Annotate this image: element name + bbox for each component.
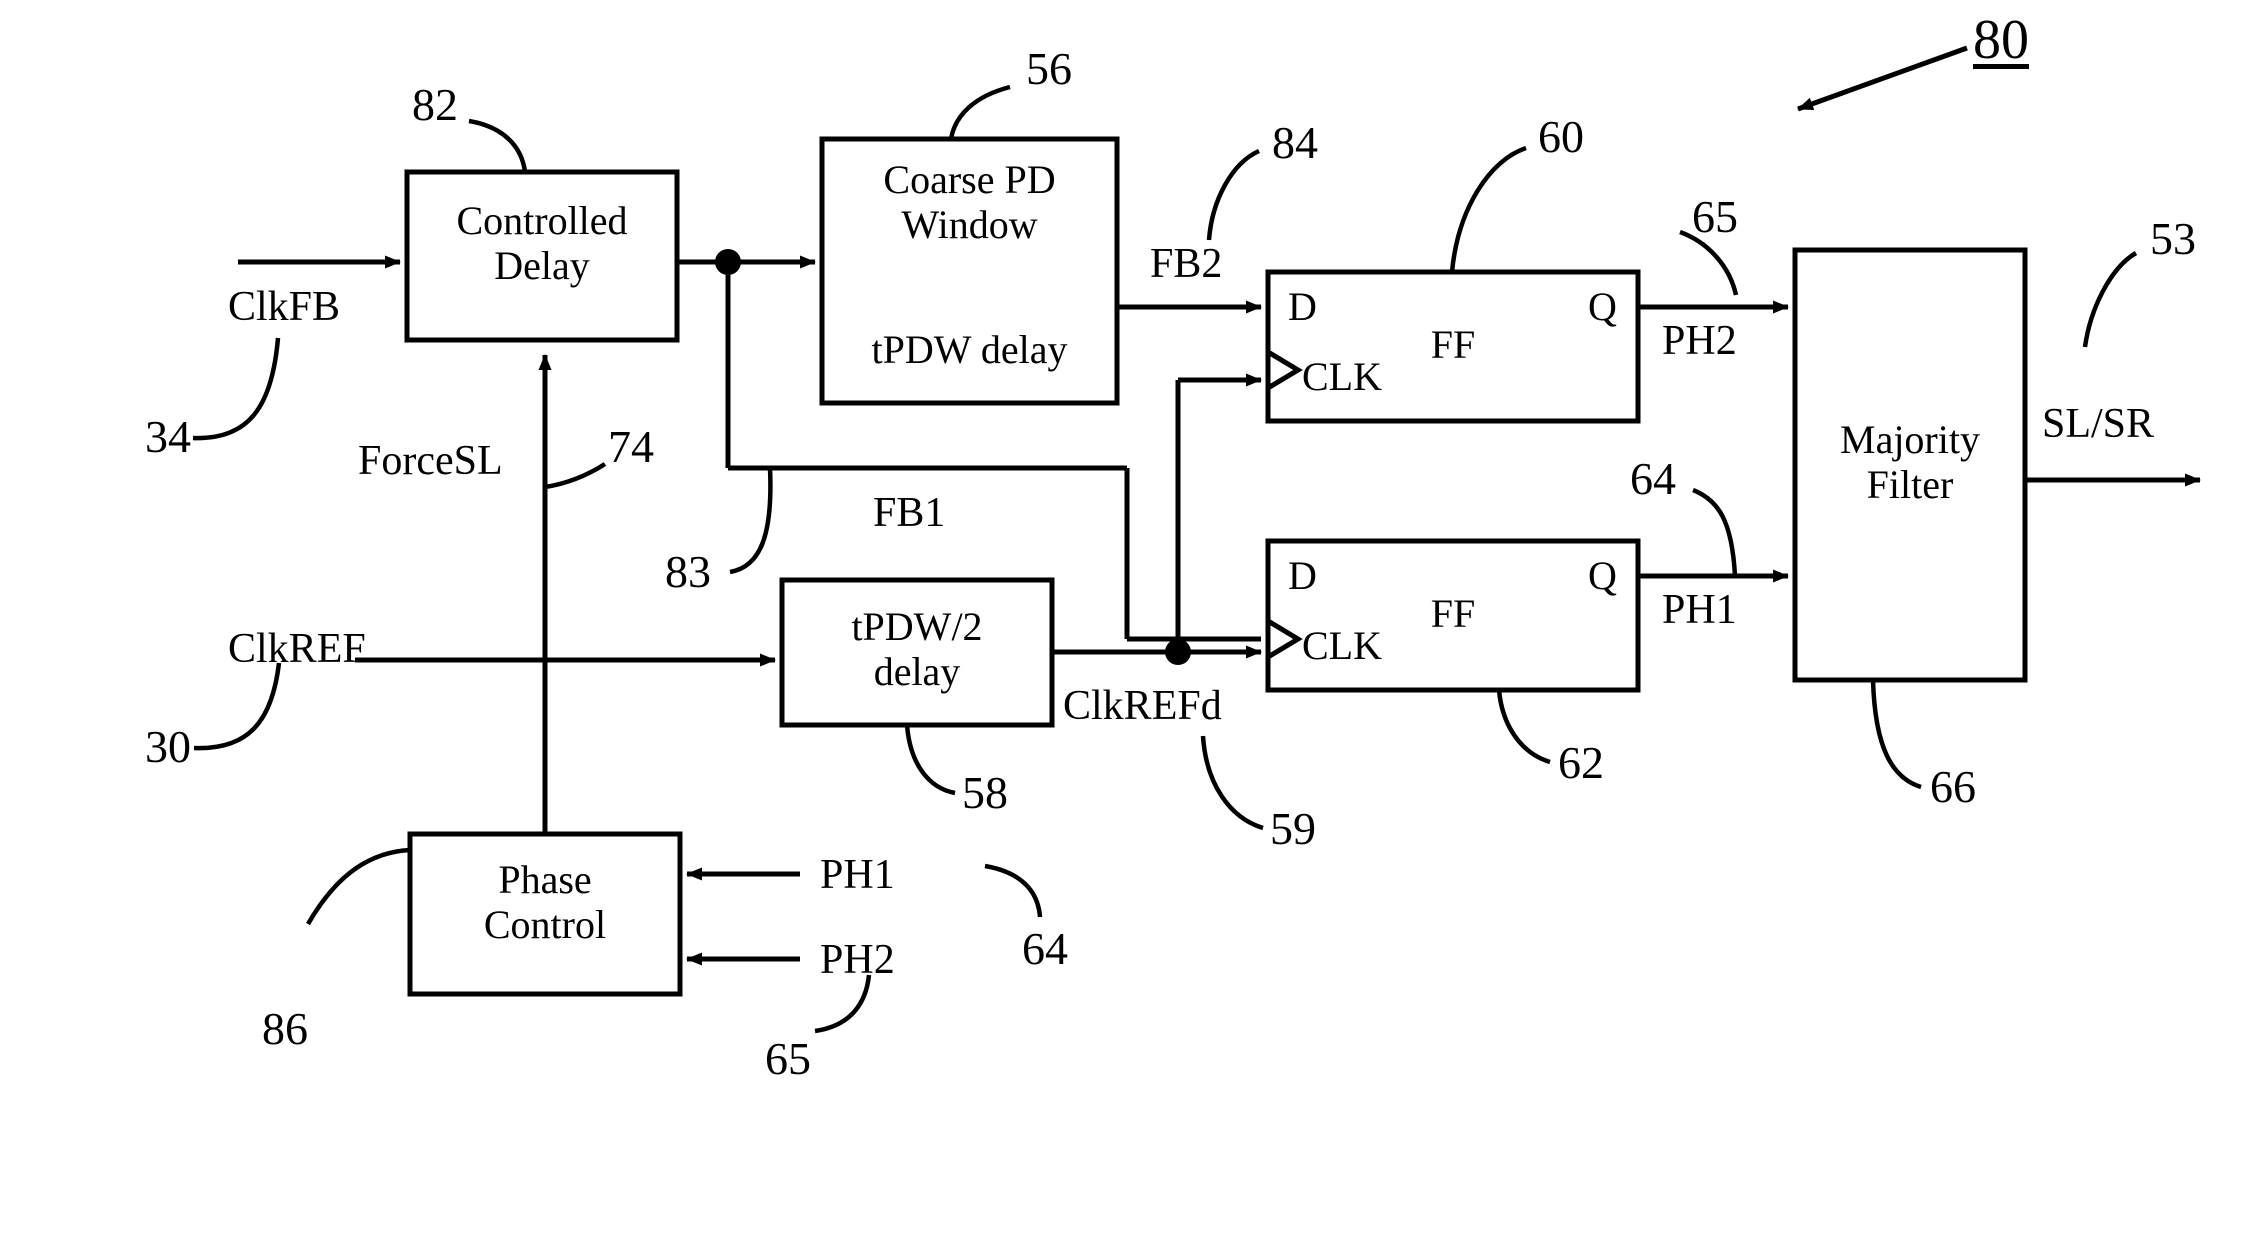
leader-84 <box>1206 148 1260 241</box>
signal-label-clkfb: ClkFB <box>228 284 341 330</box>
ff-top-pin-d: D <box>1288 284 1317 329</box>
ff-bottom-pin-clk: CLK <box>1302 623 1382 668</box>
signal-label-ph1-in: PH1 <box>820 852 895 898</box>
ff-bottom-pin-q: Q <box>1588 553 1617 598</box>
ff-bottom-pin-d: D <box>1288 553 1317 598</box>
ref-number-62: 62 <box>1558 737 1604 788</box>
leader-58 <box>904 724 956 796</box>
ref-number-53: 53 <box>2150 213 2196 264</box>
majority-filter-box <box>1792 247 2028 683</box>
signal-label-ph2-in: PH2 <box>820 937 895 983</box>
coarse-pd-window-box <box>819 136 1120 406</box>
ref-number-74: 74 <box>608 421 654 472</box>
patent-figure-80: Controlled Delay Coarse PD Window tPDW d… <box>0 0 2263 1237</box>
controlled-delay-box <box>404 169 680 343</box>
ref-number-86: 86 <box>262 1003 308 1054</box>
ref-number-83: 83 <box>665 546 711 597</box>
ff-bottom-clk-triangle <box>1266 618 1303 660</box>
leader-66 <box>1870 679 1922 790</box>
junction-dot-clkrefd <box>1165 639 1191 665</box>
signal-label-slsr: SL/SR <box>2042 401 2155 447</box>
leader-64-ffb <box>1692 487 1738 577</box>
ref-number-56: 56 <box>1026 43 1072 94</box>
signal-label-clkref: ClkREF <box>228 626 366 672</box>
ref-number-30: 30 <box>145 721 191 772</box>
signal-label-forcesl: ForceSL <box>358 438 503 484</box>
ref-number-82: 82 <box>412 79 458 130</box>
figure-reference-number: 80 <box>1973 9 2029 71</box>
leader-53 <box>2082 251 2138 348</box>
ref-number-59: 59 <box>1270 803 1316 854</box>
signal-label-ph1-out: PH1 <box>1662 587 1737 633</box>
leader-64-pc <box>984 863 1043 918</box>
leader-56 <box>948 84 1011 140</box>
diagram-canvas <box>192 45 2201 1034</box>
ff-top-pin-clk: CLK <box>1302 354 1382 399</box>
leader-74 <box>544 462 607 490</box>
ref-number-34: 34 <box>145 411 191 462</box>
signal-label-fb2: FB2 <box>1150 241 1223 287</box>
signal-label-ph2-out: PH2 <box>1662 318 1737 364</box>
ref-number-64-phase-control: 64 <box>1022 923 1068 974</box>
leader-60 <box>1449 145 1527 273</box>
ff-top-pin-q: Q <box>1588 284 1617 329</box>
leader-59 <box>1200 735 1264 831</box>
leader-62 <box>1496 689 1551 765</box>
leader-86 <box>306 847 411 926</box>
tpdw2-delay-box <box>779 577 1055 728</box>
signal-label-fb1: FB1 <box>873 490 946 536</box>
ref-number-60: 60 <box>1538 111 1584 162</box>
leader-83 <box>729 467 773 575</box>
phase-control-box <box>407 831 683 997</box>
ff-top-clk-triangle <box>1266 349 1303 391</box>
junction-dot-fb1 <box>715 249 741 275</box>
ref-number-65-top: 65 <box>1692 191 1738 242</box>
ref-number-65-phase-control: 65 <box>765 1033 811 1084</box>
ref-number-66: 66 <box>1930 761 1976 812</box>
leader-30 <box>193 662 282 751</box>
leader-34 <box>192 337 281 441</box>
ref-number-84: 84 <box>1272 117 1318 168</box>
ref-number-58: 58 <box>962 767 1008 818</box>
figure-ref-arrow <box>1797 45 1968 112</box>
signal-label-clkrefd: ClkREFd <box>1063 683 1222 729</box>
leader-82 <box>468 118 528 173</box>
ref-number-64-ffb: 64 <box>1630 453 1676 504</box>
